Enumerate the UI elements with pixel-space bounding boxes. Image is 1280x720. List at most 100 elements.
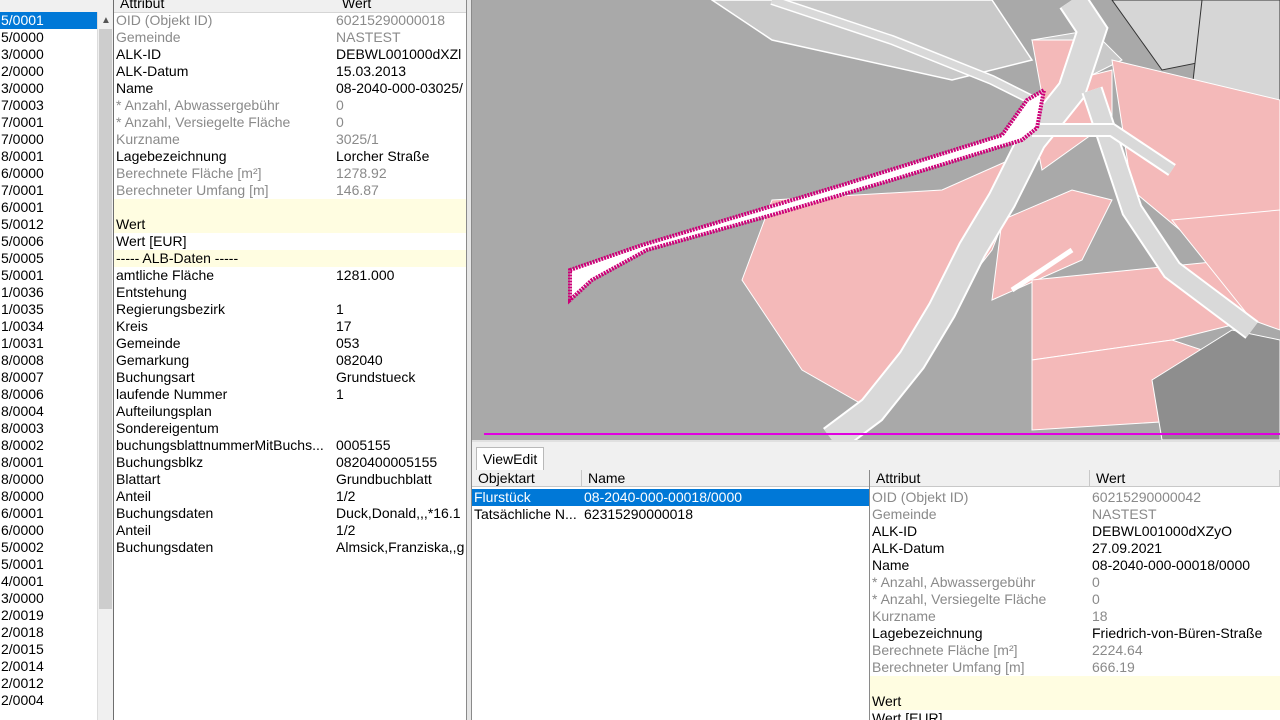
list-item[interactable]: 8/0004 [0,403,97,420]
column-header-objektart[interactable]: Objektart [472,470,582,487]
attribute-value[interactable]: 1/2 [336,522,466,539]
attribute-value[interactable]: 053 [336,335,466,352]
table-row[interactable]: * Anzahl, Abwassergebühr 0 [114,97,466,114]
list-item[interactable]: 2/0014 [0,658,97,675]
table-row[interactable]: Kurzname 18 [870,608,1280,625]
table-row[interactable]: Berechneter Umfang [m] 666.19 [870,659,1280,676]
attribute-value[interactable]: 0005155 [336,437,466,454]
attribute-value[interactable]: 0 [336,97,466,114]
attribute-value[interactable]: 1 [336,301,466,318]
list-item[interactable]: 7/0003 [0,97,97,114]
attribute-value[interactable]: 146.87 [336,182,466,199]
list-item[interactable]: 1/0035 [0,301,97,318]
attribute-value[interactable]: Friedrich-von-Büren-Straße [1092,625,1280,642]
table-row[interactable] [114,199,466,216]
table-row[interactable]: Anteil 1/2 [114,488,466,505]
attribute-value[interactable]: Grundbuchblatt [336,471,466,488]
map-view[interactable] [472,0,1280,440]
table-row[interactable]: Gemeinde NASTEST [114,29,466,46]
table-row[interactable]: Buchungsblkz 0820400005155 [114,454,466,471]
table-row[interactable]: Kreis 17 [114,318,466,335]
list-item[interactable]: 2/0000 [0,63,97,80]
list-item[interactable]: 8/0002 [0,437,97,454]
table-row[interactable]: Entstehung [114,284,466,301]
list-item[interactable]: 6/0001 [0,199,97,216]
attribute-value[interactable]: DEBWL001000dXZyO [1092,523,1280,540]
table-row[interactable]: Name 08-2040-000-03025/ [114,80,466,97]
list-item[interactable]: 3/0000 [0,590,97,607]
scrollbar-thumb[interactable] [99,29,112,609]
table-row[interactable]: Gemeinde 053 [114,335,466,352]
list-item[interactable]: 5/0001 [0,267,97,284]
table-row[interactable]: Aufteilungsplan [114,403,466,420]
table-row[interactable]: Anteil 1/2 [114,522,466,539]
table-row[interactable]: Buchungsdaten Almsick,Franziska,,g [114,539,466,556]
attribute-value[interactable]: 0820400005155 [336,454,466,471]
list-item[interactable]: 7/0001 [0,182,97,199]
table-row[interactable]: ALK-Datum 27.09.2021 [870,540,1280,557]
attribute-value[interactable]: 17 [336,318,466,335]
left-list-scrollbar[interactable]: ▲ [97,12,114,720]
list-item[interactable]: 8/0001 [0,148,97,165]
map-canvas[interactable] [472,0,1280,440]
attribute-value[interactable]: 082040 [336,352,466,369]
table-row[interactable]: Wert [114,216,466,233]
list-item[interactable]: 1/0031 [0,335,97,352]
table-row[interactable]: ALK-ID DEBWL001000dXZyO [870,523,1280,540]
table-row[interactable]: ----- ALB-Daten ----- [114,250,466,267]
attribute-value[interactable]: Almsick,Franziska,,g [336,539,466,556]
attribute-value[interactable]: 1 [336,386,466,403]
table-row[interactable]: Name 08-2040-000-00018/0000 [870,557,1280,574]
list-item[interactable]: 5/0012 [0,216,97,233]
list-item[interactable]: 8/0001 [0,454,97,471]
attribute-value[interactable]: 0 [336,114,466,131]
list-item[interactable]: 2/0019 [0,607,97,624]
attribute-value[interactable]: Lorcher Straße [336,148,466,165]
list-item[interactable]: 5/0006 [0,233,97,250]
table-row[interactable]: Kurzname 3025/1 [114,131,466,148]
attribute-value[interactable]: 08-2040-000-00018/0000 [1092,557,1280,574]
list-item[interactable]: 6/0001 [0,505,97,522]
table-row[interactable]: Lagebezeichnung Friedrich-von-Büren-Straß… [870,625,1280,642]
list-item[interactable]: 8/0000 [0,488,97,505]
attribute-value[interactable]: 3025/1 [336,131,466,148]
attribute-value[interactable]: 0 [1092,574,1280,591]
list-item[interactable]: 2/0015 [0,641,97,658]
table-row[interactable]: Regierungsbezirk 1 [114,301,466,318]
table-row[interactable]: Sondereigentum [114,420,466,437]
scroll-up-arrow-icon[interactable]: ▲ [98,12,114,29]
table-row[interactable]: Wert [EUR] [870,710,1280,720]
attribute-value[interactable]: DEBWL001000dXZl [336,46,466,63]
attribute-value[interactable]: 15.03.2013 [336,63,466,80]
attribute-value[interactable]: Grundstueck [336,369,466,386]
attribute-value[interactable]: 27.09.2021 [1092,540,1280,557]
table-row[interactable]: amtliche Fläche 1281.000 [114,267,466,284]
column-header-attribut[interactable]: Attribut [120,0,164,11]
table-row[interactable]: Buchungsart Grundstueck [114,369,466,386]
table-row[interactable]: Tatsächliche N... 62315290000018 [472,506,870,523]
list-item[interactable]: 5/0002 [0,539,97,556]
column-header-wert[interactable]: Wert [1090,470,1280,487]
list-item[interactable]: 5/0001 [0,556,97,573]
table-row[interactable]: laufende Nummer 1 [114,386,466,403]
list-item[interactable]: 1/0034 [0,318,97,335]
table-row[interactable]: OID (Objekt ID) 60215290000018 [114,12,466,29]
table-row[interactable]: Wert [EUR] [114,233,466,250]
attribute-value[interactable]: 0 [1092,591,1280,608]
column-header-name[interactable]: Name [582,470,870,487]
list-item[interactable]: 6/0000 [0,165,97,182]
table-row[interactable]: Berechnete Fläche [m²] 1278.92 [114,165,466,182]
table-row[interactable]: Gemarkung 082040 [114,352,466,369]
list-item[interactable]: 5/0001 [0,12,97,29]
list-item[interactable]: 3/0000 [0,46,97,63]
attribute-value[interactable]: 18 [1092,608,1280,625]
list-item[interactable]: 8/0007 [0,369,97,386]
attribute-value[interactable]: NASTEST [1092,506,1280,523]
list-item[interactable]: 1/0036 [0,284,97,301]
table-row[interactable]: Flurstück 08-2040-000-00018/0000 [472,489,870,506]
feature-id-list[interactable]: 5/0001 5/0000 3/0000 2/0000 3/0000 7/0003 7/00… [0,12,97,720]
attribute-value[interactable]: 1281.000 [336,267,466,284]
list-item[interactable]: 8/0000 [0,471,97,488]
attribute-value[interactable]: 1/2 [336,488,466,505]
table-row[interactable]: Blattart Grundbuchblatt [114,471,466,488]
